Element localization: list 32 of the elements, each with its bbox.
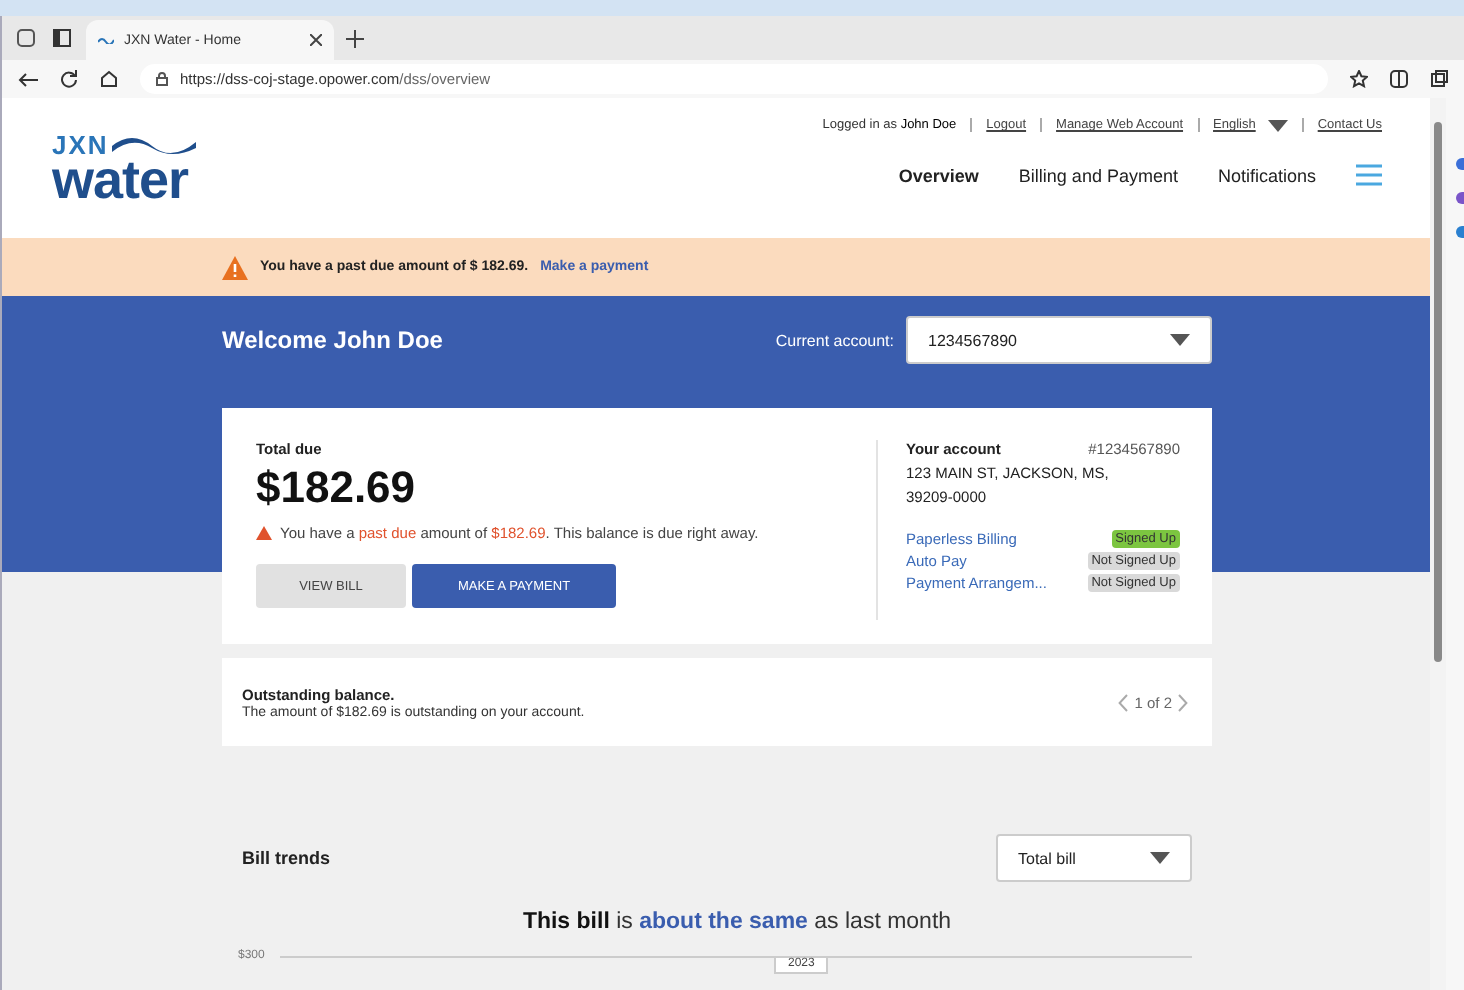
- warning-icon: [222, 255, 248, 279]
- workspaces-icon[interactable]: [14, 26, 38, 50]
- split-screen-icon[interactable]: [1390, 70, 1408, 88]
- dropdown-caret-icon: [1170, 334, 1190, 346]
- dropdown-caret-icon: [1150, 852, 1170, 864]
- star-icon[interactable]: [1350, 70, 1368, 88]
- warning-icon: [256, 526, 272, 540]
- sidebar-app-icon[interactable]: [1456, 192, 1464, 204]
- nav-item[interactable]: Billing and Payment: [1018, 165, 1178, 185]
- collections-icon[interactable]: [1430, 70, 1448, 88]
- welcome-heading: Welcome John Doe: [222, 326, 443, 354]
- nav-item[interactable]: Overview: [898, 165, 979, 185]
- bill-trends-heading: Bill trends: [242, 848, 331, 868]
- bill-type-select[interactable]: Total bill: [996, 834, 1192, 882]
- sidebar-app-icon[interactable]: [1456, 226, 1464, 238]
- refresh-icon[interactable]: [60, 70, 78, 88]
- amount-due: $182.69: [256, 462, 418, 514]
- tab-actions-icon[interactable]: [50, 26, 74, 50]
- trend-summary: This bill is about the same as last month: [522, 910, 952, 934]
- new-tab-icon[interactable]: [346, 29, 364, 47]
- scrollbar-thumb[interactable]: [1434, 122, 1442, 662]
- account-label: Current account:: [775, 331, 894, 349]
- close-icon[interactable]: [310, 34, 322, 46]
- account-select[interactable]: 1234567890: [906, 316, 1212, 364]
- lock-icon: [156, 72, 168, 86]
- sidebar-app-icon[interactable]: [1456, 158, 1464, 170]
- nav-item[interactable]: Notifications: [1217, 165, 1316, 185]
- menu-icon[interactable]: [1356, 164, 1382, 186]
- home-icon[interactable]: [100, 70, 118, 88]
- dropdown-caret-icon: [1267, 119, 1288, 131]
- wave-icon: [98, 36, 114, 44]
- back-icon[interactable]: [18, 71, 38, 87]
